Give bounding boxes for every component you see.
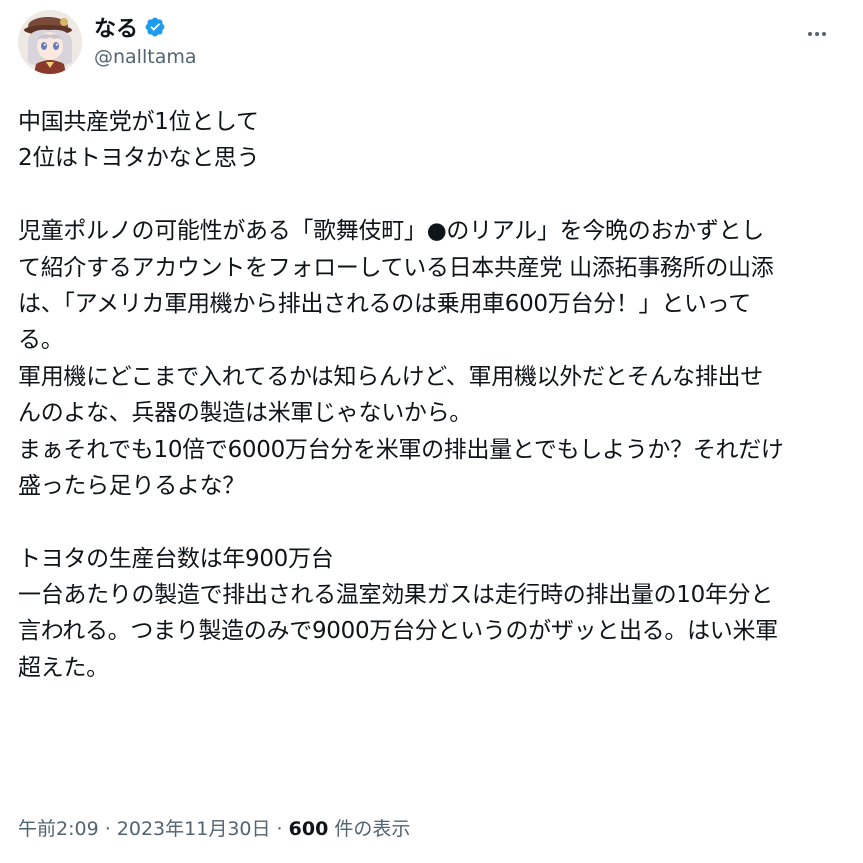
tweet-text-line: トヨタの生産台数は年900万台 <box>18 545 334 572</box>
tweet-card: なる @nalltama 中国共産党が1位として 2位はトヨタかなと思う児童ポルノ… <box>0 0 863 863</box>
tweet-date[interactable]: 2023年11月30日 <box>117 818 271 840</box>
tweet-text-line: 言われる。つまり製造のみで9000万台分というのがザッと出る。はい米軍 <box>18 618 778 645</box>
tweet-text-line: 一台あたりの製造で排出される温室効果ガスは走行時の排出量の10年分と <box>18 582 774 609</box>
tweet-text-line: 超えた。 <box>18 654 109 681</box>
display-name-row: なる <box>94 12 197 42</box>
tweet-text: 中国共産党が1位として 2位はトヨタかなと思う児童ポルノの可能性がある「歌舞伎町」… <box>18 104 834 686</box>
views-label: 件の表示 <box>328 818 411 840</box>
display-name[interactable]: なる <box>94 11 138 43</box>
author-block: なる @nalltama <box>94 12 197 68</box>
tweet-text-line <box>18 177 834 213</box>
tweet-time[interactable]: 午前2:09 <box>18 818 99 840</box>
more-horizontal-icon[interactable] <box>799 16 835 52</box>
tweet-text-line: 盛ったら足りるよな？ <box>18 472 246 499</box>
tweet-text-line: 児童ポルノの可能性がある「歌舞伎町」●のリアル」を今晩のおかずとし <box>18 218 764 245</box>
tweet-text-line: 軍用機にどこまで入れてるかは知らんけど、軍用機以外だとそんな排出せ <box>18 363 763 390</box>
tweet-text-line: んのよな、兵器の製造は米軍じゃないから。 <box>18 400 473 427</box>
meta-separator-2: · <box>270 818 289 840</box>
avatar-anime-girl-icon <box>18 10 82 74</box>
views-count: 600 <box>288 818 329 840</box>
verified-badge-icon <box>144 16 166 38</box>
tweet-text-line: て紹介するアカウントをフォローしている日本共産党 山添拓事務所の山添 <box>18 254 774 281</box>
tweet-header: なる @nalltama <box>18 10 845 80</box>
author-handle[interactable]: @nalltama <box>94 46 197 68</box>
tweet-text-line: は、「アメリカ軍用機から排出されるのは乗用車600万台分！」といって <box>18 290 751 317</box>
tweet-text-line: 中国共産党が1位として <box>18 109 259 135</box>
tweet-text-line: る。 <box>18 327 64 354</box>
tweet-meta: 午前2:09 · 2023年11月30日 · 600 件の表示 <box>18 814 410 841</box>
meta-separator: · <box>98 818 117 840</box>
tweet-text-line: 2位はトヨタかなと思う <box>18 145 260 172</box>
tweet-text-line: まぁそれでも10倍で6000万台分を米軍の排出量とでもしようか？それだけ <box>18 436 784 463</box>
avatar[interactable] <box>18 10 82 74</box>
tweet-text-line <box>18 504 834 540</box>
